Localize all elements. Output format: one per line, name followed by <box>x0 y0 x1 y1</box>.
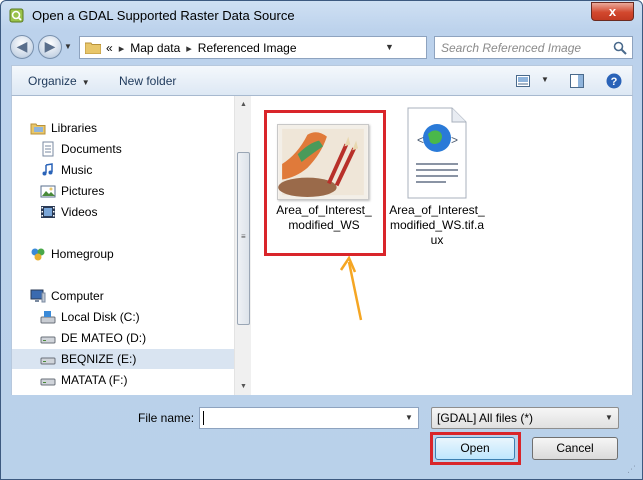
videos-icon <box>41 206 55 218</box>
arrow-right-icon: ▶ <box>44 38 56 54</box>
libraries-icon <box>30 123 46 135</box>
address-history-dropdown[interactable]: ▼ <box>385 42 394 52</box>
preview-pane-icon[interactable] <box>569 73 585 89</box>
address-row: ◀ ▶ ▼ «▸Map data▸Referenced Image ▼ ⇆ Se… <box>1 33 642 61</box>
file-type-filter-value: [GDAL] All files (*) <box>437 411 534 425</box>
file-name-line: Area_of_Interest_ <box>389 203 485 217</box>
file-name-line: Area_of_Interest_ <box>276 203 372 217</box>
organize-label: Organize <box>28 74 77 88</box>
file-name-line: modified_WS <box>288 218 360 232</box>
nav-item-label: Music <box>61 163 93 177</box>
nav-pane-scrollbar[interactable]: ▲ ≡ ▼ <box>234 96 251 395</box>
main-area: Libraries Documents Music Pictures Video… <box>11 96 633 395</box>
local-disk-icon <box>40 311 56 324</box>
close-button[interactable]: x <box>591 2 634 21</box>
title-bar: Open a GDAL Supported Raster Data Source… <box>1 1 642 31</box>
grip-icon: ≡ <box>241 232 246 241</box>
text-caret <box>203 411 204 425</box>
view-options-dropdown[interactable]: ▼ <box>541 75 549 84</box>
chevron-down-icon: ▼ <box>605 413 613 422</box>
svg-text:?: ? <box>611 76 618 88</box>
scroll-down-icon[interactable]: ▼ <box>235 378 252 395</box>
breadcrumb-overflow[interactable]: « <box>106 41 113 55</box>
drive-icon <box>40 378 56 386</box>
nav-item-label: Homegroup <box>51 247 114 261</box>
search-icon <box>613 41 627 55</box>
back-button[interactable]: ◀ <box>10 35 34 59</box>
new-folder-button[interactable]: New folder <box>119 74 176 88</box>
file-name-label: File name: <box>138 411 195 425</box>
pictures-icon <box>40 185 56 198</box>
image-thumbnail-icon <box>277 124 369 200</box>
window-title: Open a GDAL Supported Raster Data Source <box>32 8 295 23</box>
help-icon[interactable]: ? <box>606 73 622 89</box>
change-view-icon[interactable] <box>516 75 530 87</box>
file-name-input[interactable]: ▼ <box>199 407 419 429</box>
chevron-right-icon[interactable]: ▸ <box>113 43 131 55</box>
forward-button[interactable]: ▶ <box>38 35 62 59</box>
file-name-dropdown[interactable]: ▼ <box>405 413 413 422</box>
address-bar[interactable]: «▸Map data▸Referenced Image ▼ ⇆ <box>79 36 498 61</box>
scroll-up-icon[interactable]: ▲ <box>235 96 252 113</box>
nav-item-label: BEQNIZE (E:) <box>61 352 137 366</box>
breadcrumb: «▸ Map data ▸ Referenced Image <box>106 41 297 55</box>
navigation-pane: Libraries Documents Music Pictures Video… <box>12 96 234 395</box>
folder-icon <box>85 42 101 54</box>
nav-item-label: Documents <box>61 142 122 156</box>
file-list: Area_of_Interest_ modified_WS < > Area_o… <box>251 96 632 395</box>
nav-item-label: Videos <box>61 205 98 219</box>
search-input[interactable]: Search Referenced Image <box>441 41 581 55</box>
nav-item-label: Local Disk (C:) <box>61 310 140 324</box>
open-button[interactable]: Open <box>435 437 515 460</box>
chevron-right-icon[interactable]: ▸ <box>180 43 198 55</box>
recent-locations-dropdown[interactable]: ▼ <box>64 42 72 51</box>
drive-icon <box>40 336 56 344</box>
nav-item-label: DE MATEO (D:) <box>61 331 147 345</box>
qgis-app-icon <box>9 8 24 23</box>
open-file-dialog: Open a GDAL Supported Raster Data Source… <box>0 0 643 480</box>
nav-item-label: Libraries <box>51 121 98 135</box>
music-icon <box>42 163 53 176</box>
chevron-down-icon: ▼ <box>81 78 90 87</box>
file-name-label: Area_of_Interest_ modified_WS <box>268 203 380 233</box>
drive-icon <box>40 357 56 365</box>
svg-text:<: < <box>417 133 424 147</box>
homegroup-icon <box>31 248 45 261</box>
command-bar: Organize ▼ New folder ▼ ? <box>11 65 633 96</box>
resize-grip-icon[interactable]: ⋰ <box>627 464 636 475</box>
nav-item-label: Computer <box>51 289 104 303</box>
breadcrumb-map-data[interactable]: Map data <box>130 41 180 55</box>
arrow-left-icon: ◀ <box>16 38 28 54</box>
annotation-arrow-icon <box>339 256 363 321</box>
search-box[interactable]: Search Referenced Image <box>434 36 633 59</box>
computer-icon <box>30 289 46 303</box>
scrollbar-thumb[interactable]: ≡ <box>237 152 250 325</box>
file-type-filter-select[interactable]: [GDAL] All files (*) ▼ <box>431 407 619 429</box>
cancel-button[interactable]: Cancel <box>532 437 618 460</box>
file-name-line: ux <box>430 233 444 247</box>
nav-item-label: MATATA (F:) <box>61 373 128 387</box>
svg-text:>: > <box>451 133 458 147</box>
file-name-line: modified_WS.tif.a <box>389 218 485 232</box>
documents-icon <box>42 141 54 157</box>
file-name-label: Area_of_Interest_ modified_WS.tif.a ux <box>381 203 493 248</box>
xml-document-icon: < > <box>407 107 467 199</box>
organize-button[interactable]: Organize ▼ <box>28 74 90 88</box>
breadcrumb-referenced-image[interactable]: Referenced Image <box>198 41 297 55</box>
nav-item-label: Pictures <box>61 184 105 198</box>
